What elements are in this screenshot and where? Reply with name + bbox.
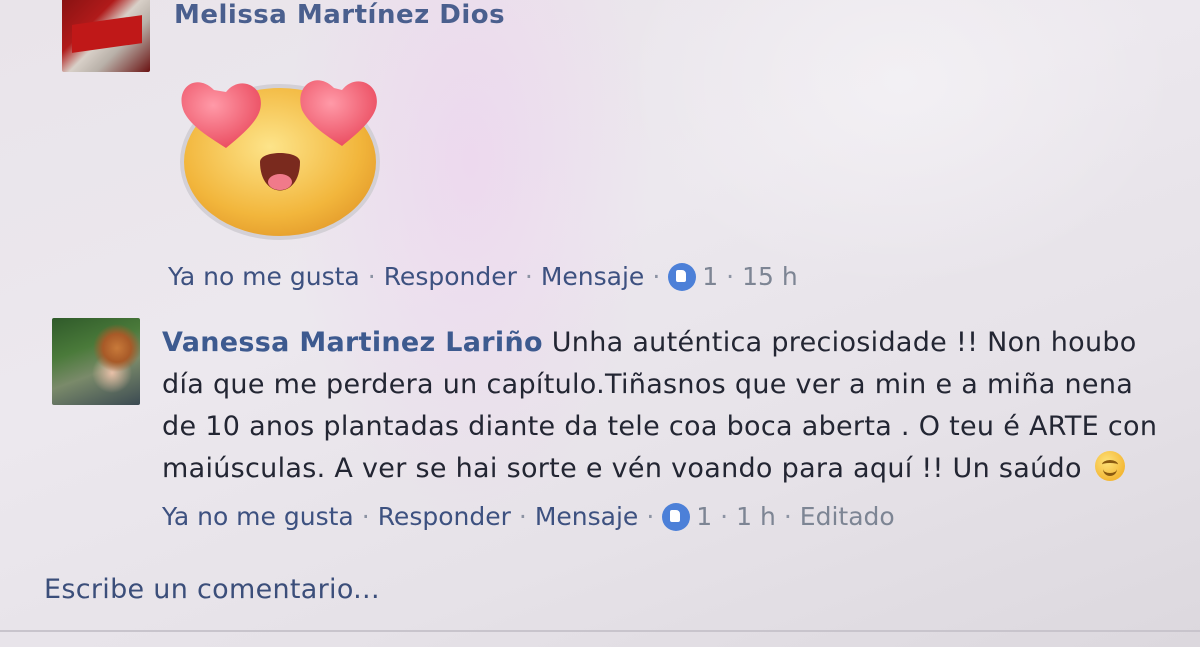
separator: · xyxy=(518,502,527,531)
unlike-link[interactable]: Ya no me gusta xyxy=(168,262,360,291)
separator: · xyxy=(652,262,661,291)
edited-label[interactable]: Editado xyxy=(800,502,895,531)
divider xyxy=(0,630,1200,632)
like-count[interactable]: 1 xyxy=(702,262,718,291)
separator: · xyxy=(783,502,792,531)
like-icon[interactable] xyxy=(662,502,691,531)
reply-link[interactable]: Responder xyxy=(378,502,511,531)
separator: · xyxy=(524,262,533,291)
smiling-face-icon xyxy=(1094,451,1125,481)
comment-body: Vanessa Martinez Lariño Unha auténtica p… xyxy=(162,322,1172,490)
comment-author[interactable]: Vanessa Martinez Lariño xyxy=(162,327,543,358)
heart-eyes-emoji-sticker xyxy=(180,80,380,240)
separator: · xyxy=(720,502,729,531)
timestamp[interactable]: 1 h xyxy=(736,502,776,531)
separator: · xyxy=(646,502,655,531)
message-link[interactable]: Mensaje xyxy=(541,262,644,291)
unlike-link[interactable]: Ya no me gusta xyxy=(162,502,354,531)
comment-input[interactable]: Escribe un comentario... xyxy=(44,574,380,605)
message-link[interactable]: Mensaje xyxy=(535,502,638,531)
comment-actions: Ya no me gusta · Responder · Mensaje · 1… xyxy=(162,502,895,531)
separator: · xyxy=(726,262,735,291)
avatar[interactable] xyxy=(52,318,140,405)
separator: · xyxy=(367,262,376,291)
write-comment-box[interactable]: Escribe un comentario... xyxy=(0,562,1200,647)
like-icon[interactable] xyxy=(668,262,697,291)
comment-actions: Ya no me gusta · Responder · Mensaje · 1… xyxy=(168,262,798,291)
reply-link[interactable]: Responder xyxy=(384,262,517,291)
comment-author[interactable]: Melissa Martínez Dios xyxy=(174,0,505,30)
avatar[interactable] xyxy=(62,0,150,72)
like-count[interactable]: 1 xyxy=(696,502,712,531)
separator: · xyxy=(361,502,370,531)
timestamp[interactable]: 15 h xyxy=(742,262,798,291)
